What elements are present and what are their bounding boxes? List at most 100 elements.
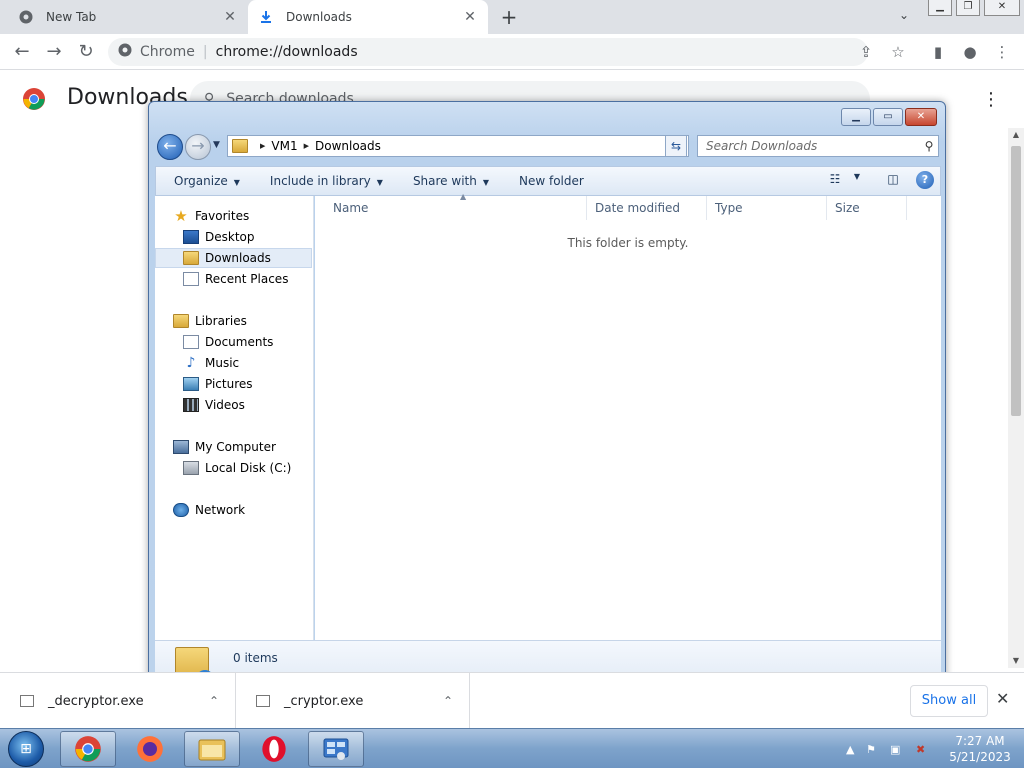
search-icon[interactable]: ⚲ (920, 139, 938, 153)
reload-icon[interactable]: ↻ (74, 40, 98, 64)
nav-label: Videos (205, 398, 245, 412)
change-view-icon[interactable]: ☷ (826, 172, 844, 188)
view-dropdown-icon[interactable]: ▼ (848, 172, 866, 188)
explorer-maximize-button[interactable]: ▭ (873, 108, 903, 126)
clock-time: 7:27 AM (955, 734, 1005, 748)
scrollbar-thumb[interactable] (1011, 146, 1021, 416)
close-window-button[interactable]: ✕ (984, 0, 1020, 16)
share-with-button[interactable]: Share with ▼ (413, 174, 489, 188)
close-shelf-icon[interactable]: ✕ (996, 689, 1009, 708)
show-all-button[interactable]: Show all (910, 685, 988, 717)
side-panel-icon[interactable]: ▮ (928, 42, 948, 62)
nav-item-recent-places[interactable]: Recent Places (155, 269, 312, 289)
sort-ascending-icon: ▲ (460, 192, 467, 201)
clock[interactable]: 7:27 AM 5/21/2023 (940, 733, 1020, 765)
libraries-icon (173, 314, 189, 328)
volume-muted-icon[interactable]: ✖ (916, 743, 925, 756)
network-tray-icon[interactable]: ▣ (890, 743, 900, 756)
explorer-close-button[interactable]: ✕ (905, 108, 937, 126)
videos-icon (183, 398, 199, 412)
new-tab-button[interactable]: + (498, 6, 520, 28)
column-header-size[interactable]: Size (827, 196, 907, 220)
item-count: 0 items (233, 651, 278, 665)
nav-item-music[interactable]: ♪ Music (155, 353, 312, 373)
breadcrumb-vm1[interactable]: VM1 (271, 139, 297, 153)
breadcrumb-arrow-icon[interactable]: ▶ (260, 142, 265, 150)
profile-avatar-icon[interactable]: ● (960, 42, 980, 62)
nav-item-desktop[interactable]: Desktop (155, 227, 312, 247)
organize-button[interactable]: Organize ▼ (174, 174, 240, 188)
chevron-up-icon[interactable]: ⌃ (443, 694, 453, 708)
breadcrumb-arrow-icon[interactable]: ▶ (304, 142, 309, 150)
new-folder-button[interactable]: New folder (519, 174, 584, 188)
minimize-button[interactable]: ▁ (928, 0, 952, 16)
taskbar-opera[interactable] (246, 731, 302, 767)
command-bar: Organize ▼ Include in library ▼ Share with… (155, 166, 941, 196)
nav-item-downloads[interactable]: Downloads (155, 248, 312, 268)
tab-new-tab[interactable]: New Tab ✕ (8, 0, 248, 34)
column-label: Name (333, 201, 369, 215)
back-arrow-icon[interactable]: ← (10, 40, 34, 64)
pictures-icon (183, 377, 199, 391)
bookmark-star-icon[interactable]: ☆ (888, 42, 908, 62)
music-icon: ♪ (186, 355, 196, 371)
nav-item-network[interactable]: Network (155, 500, 312, 520)
downloads-menu-icon[interactable]: ⋮ (982, 89, 1000, 110)
taskbar-firefox[interactable] (122, 731, 178, 767)
nav-label: Network (195, 503, 246, 517)
restore-button[interactable]: ❐ (956, 0, 980, 16)
explorer-search-input[interactable]: Search Downloads ⚲ (697, 135, 939, 157)
nav-item-favorites[interactable]: ★ Favorites (155, 206, 312, 226)
menu-kebab-icon[interactable]: ⋮ (992, 42, 1012, 62)
desktop-icon (183, 230, 199, 244)
system-tray: ▲ ⚑ ▣ ✖ 7:27 AM 5/21/2023 (820, 729, 1024, 768)
address-bar[interactable]: Chrome | chrome://downloads (108, 38, 868, 66)
refresh-icon[interactable]: ⇆ (665, 135, 687, 157)
nav-item-libraries[interactable]: Libraries (155, 311, 312, 331)
command-bar-right: ☷ ▼ ◫ ? (816, 171, 934, 189)
action-center-flag-icon[interactable]: ⚑ (866, 743, 876, 756)
nav-item-my-computer[interactable]: My Computer (155, 437, 312, 457)
forward-arrow-icon[interactable]: → (42, 40, 66, 64)
site-label: Chrome (140, 44, 195, 60)
page-scrollbar[interactable]: ▲ ▼ (1008, 128, 1024, 668)
include-in-library-button[interactable]: Include in library ▼ (270, 174, 383, 188)
download-icon (258, 9, 274, 25)
download-item[interactable]: _cryptor.exe ⌃ (236, 673, 470, 729)
start-button[interactable]: ⊞ (8, 731, 44, 767)
chevron-down-icon[interactable]: ⌄ (894, 8, 914, 26)
explorer-minimize-button[interactable]: ▁ (841, 108, 871, 126)
breadcrumb-downloads[interactable]: Downloads (315, 139, 381, 153)
column-header-type[interactable]: Type (707, 196, 827, 220)
taskbar-explorer[interactable] (184, 731, 240, 767)
share-icon[interactable]: ⇪ (856, 42, 876, 62)
taskbar-control-panel[interactable] (308, 731, 364, 767)
tab-title: Downloads (286, 10, 352, 24)
column-header-name[interactable]: Name ▲ (325, 192, 587, 220)
scroll-down-icon[interactable]: ▼ (1008, 656, 1024, 665)
help-icon[interactable]: ? (916, 171, 934, 189)
taskbar-chrome[interactable] (60, 731, 116, 767)
nav-item-local-disk[interactable]: Local Disk (C:) (155, 458, 312, 478)
file-list[interactable]: Name ▲ Date modified Type Size This fold… (315, 192, 941, 640)
nav-item-videos[interactable]: Videos (155, 395, 312, 415)
chevron-up-icon[interactable]: ⌃ (209, 694, 219, 708)
show-hidden-icons-icon[interactable]: ▲ (846, 743, 854, 756)
preview-pane-icon[interactable]: ◫ (884, 172, 902, 188)
tab-downloads[interactable]: Downloads ✕ (248, 0, 488, 34)
nav-item-documents[interactable]: Documents (155, 332, 312, 352)
explorer-back-button[interactable]: ← (157, 134, 183, 160)
recent-pages-dropdown-icon[interactable]: ▼ (213, 140, 220, 150)
close-tab-icon[interactable]: ✕ (462, 9, 478, 25)
download-filename: _decryptor.exe (48, 693, 144, 709)
network-icon (173, 503, 189, 517)
column-header-date-modified[interactable]: Date modified (587, 196, 707, 220)
scroll-up-icon[interactable]: ▲ (1008, 130, 1024, 139)
downloads-folder-icon (183, 251, 199, 265)
close-tab-icon[interactable]: ✕ (222, 9, 238, 25)
download-item[interactable]: _decryptor.exe ⌃ (0, 673, 236, 729)
nav-item-pictures[interactable]: Pictures (155, 374, 312, 394)
explorer-forward-button[interactable]: → (185, 134, 211, 160)
explorer-address-bar[interactable]: ▶ VM1 ▶ Downloads ▼ (227, 135, 689, 157)
include-in-library-label: Include in library (269, 174, 371, 188)
